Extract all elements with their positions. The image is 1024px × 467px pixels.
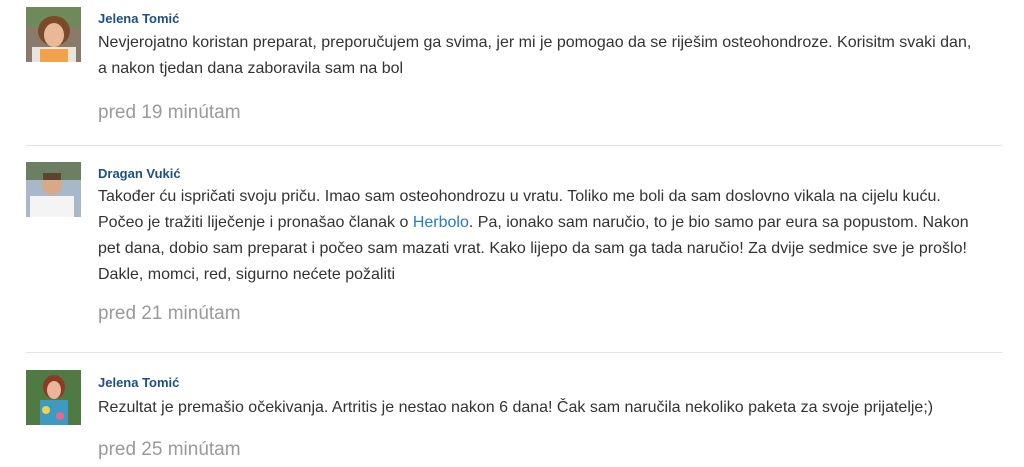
comment-text: Također ću ispričati svoju priču. Imao s… bbox=[98, 184, 978, 288]
comment-time: pred 25 minútam bbox=[98, 439, 241, 460]
avatar bbox=[26, 162, 81, 217]
avatar bbox=[26, 370, 81, 425]
comment-item: Jelena Tomić Rezultat je premašio očekiv… bbox=[0, 353, 1024, 467]
herbolo-link[interactable]: Herbolo bbox=[413, 214, 469, 231]
comment-time: pred 19 minútam bbox=[98, 102, 241, 123]
comment-text: Nevjerojatno koristan preparat, preporuč… bbox=[98, 34, 972, 77]
comment-time: pred 21 minútam bbox=[98, 303, 241, 324]
comments-list: Jelena Tomić Nevjerojatno koristan prepa… bbox=[0, 0, 1024, 467]
comment-item: Dragan Vukić Također ću ispričati svoju … bbox=[0, 146, 1024, 353]
comment-author: Jelena Tomić bbox=[98, 11, 180, 26]
comment-text: Rezultat je premašio očekivanja. Artriti… bbox=[98, 399, 934, 416]
comment-author: Dragan Vukić bbox=[98, 166, 181, 181]
avatar bbox=[26, 7, 81, 62]
comment-author: Jelena Tomić bbox=[98, 375, 180, 390]
comment-item: Jelena Tomić Nevjerojatno koristan prepa… bbox=[0, 0, 1024, 146]
